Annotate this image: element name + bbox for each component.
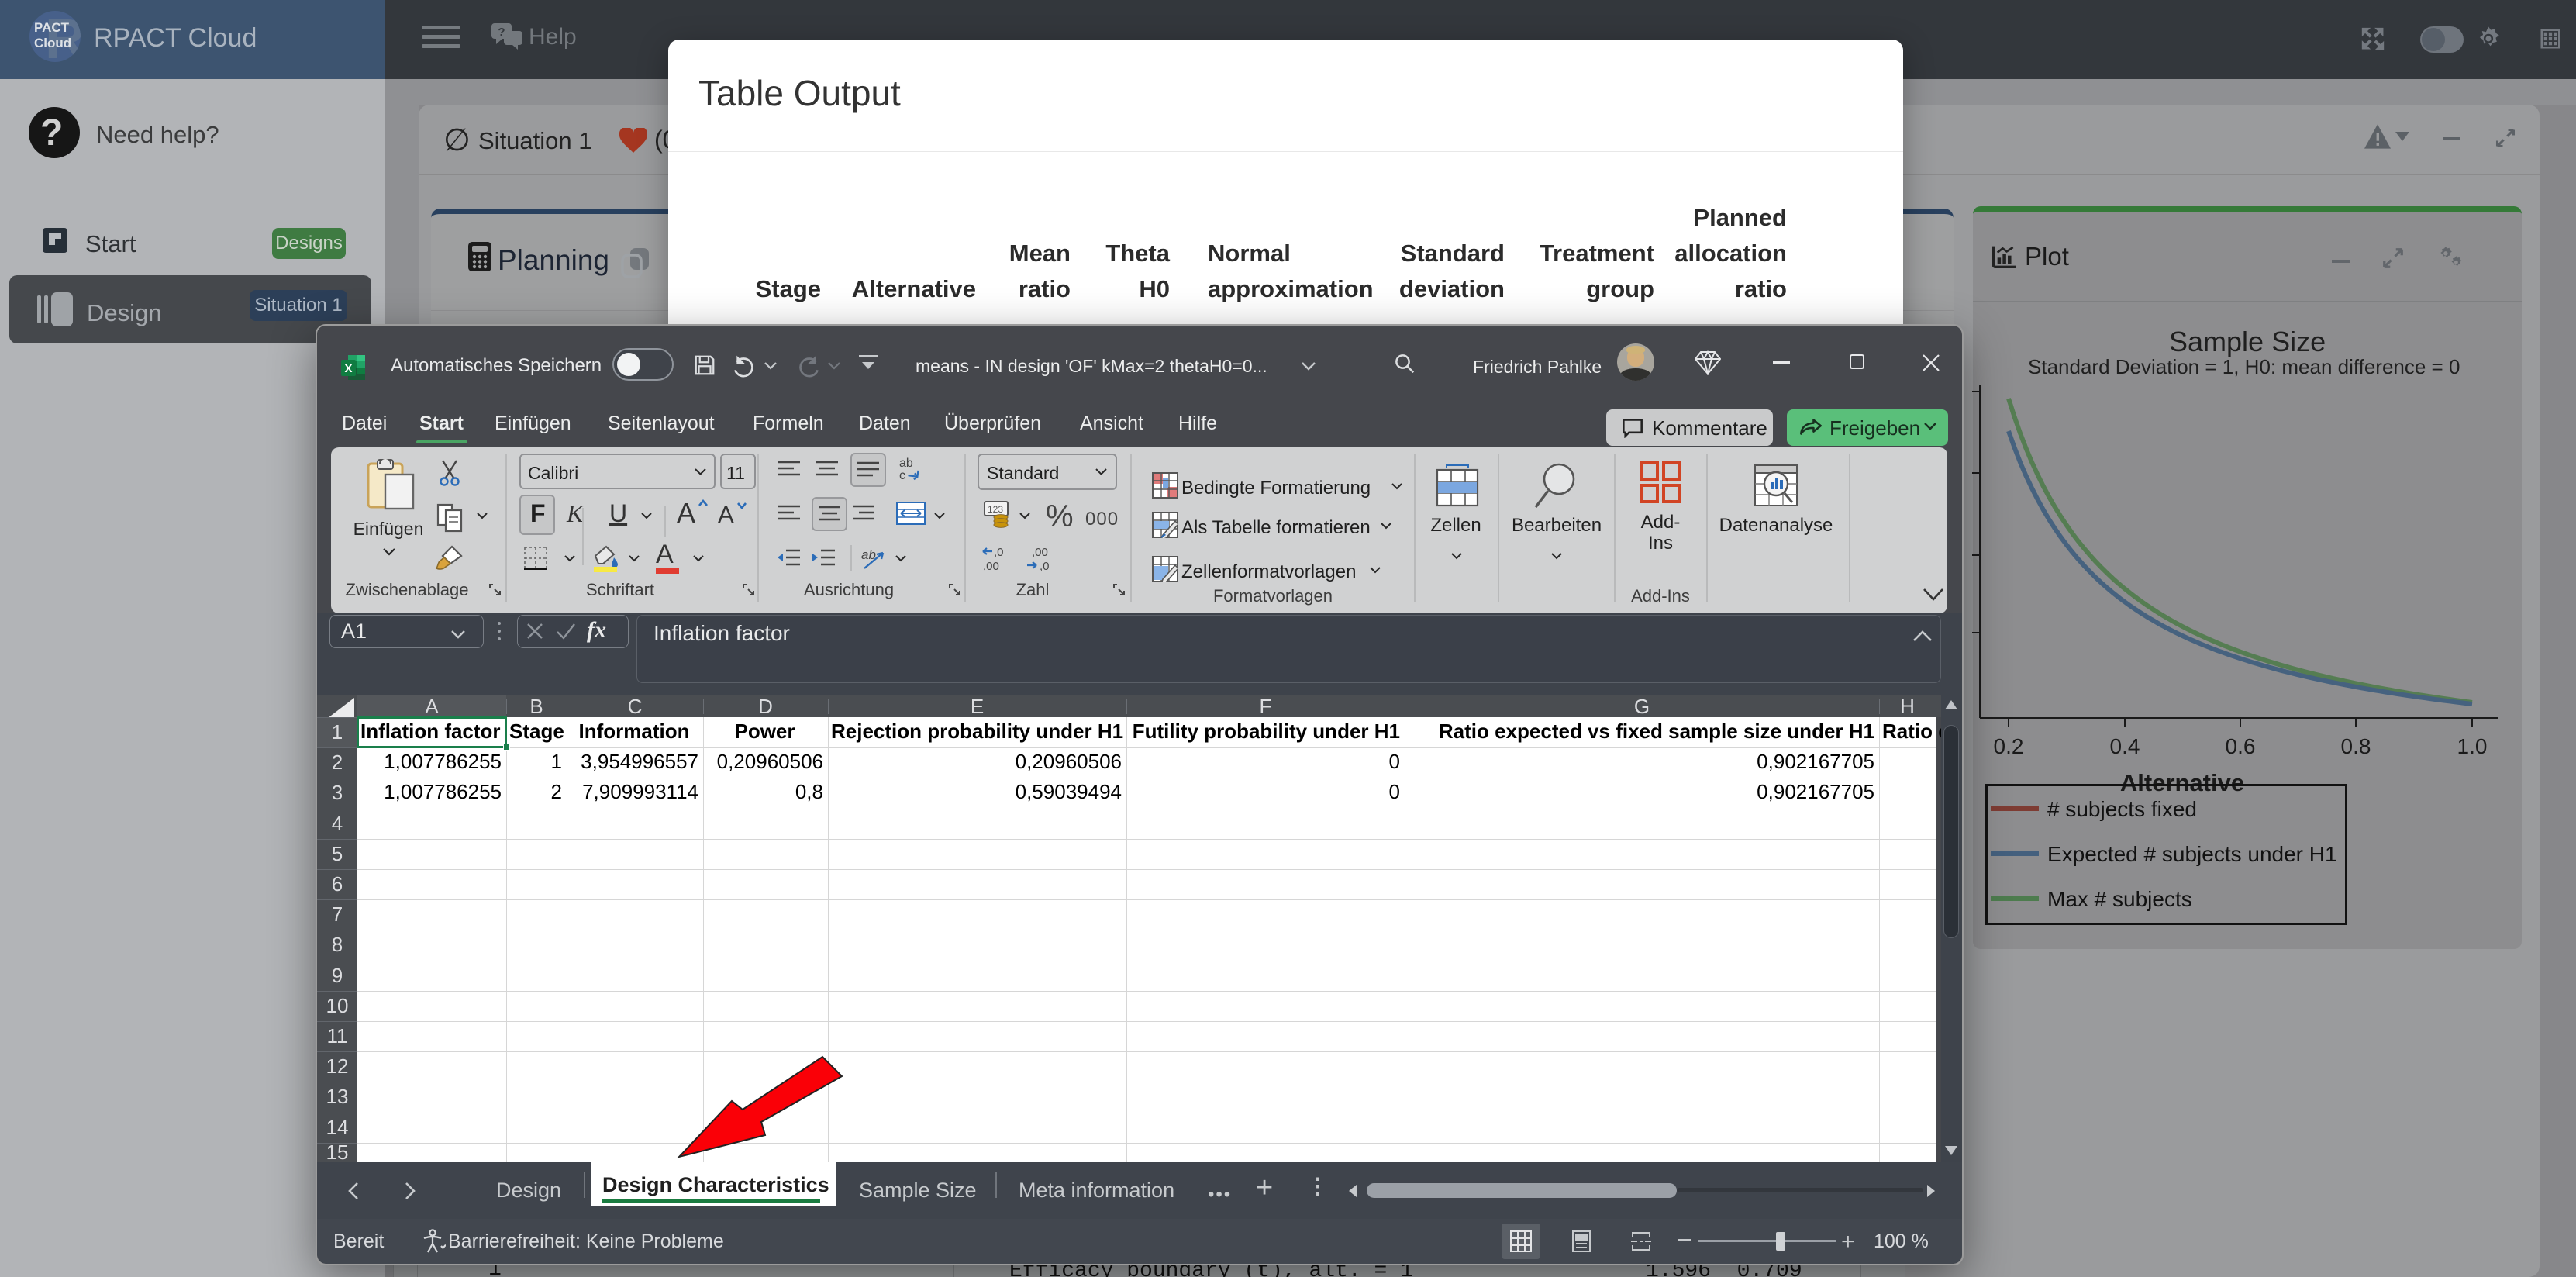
svg-text:0.6: 0.6 bbox=[2226, 734, 2256, 758]
svg-text:0.2: 0.2 bbox=[1994, 734, 2024, 758]
svg-text:1.0: 1.0 bbox=[2457, 734, 2488, 758]
svg-text:,00: ,00 bbox=[983, 560, 999, 573]
svg-text:c: c bbox=[899, 469, 905, 482]
svg-text:,0: ,0 bbox=[994, 546, 1004, 559]
svg-text:0.8: 0.8 bbox=[2341, 734, 2371, 758]
svg-text:123: 123 bbox=[988, 504, 1003, 515]
svg-text:ab: ab bbox=[899, 457, 913, 470]
svg-text:,00: ,00 bbox=[1032, 546, 1048, 559]
svg-text:0.4: 0.4 bbox=[2110, 734, 2140, 758]
svg-text:X: X bbox=[344, 362, 352, 375]
svg-text:,0: ,0 bbox=[1040, 560, 1050, 573]
svg-text:?: ? bbox=[498, 26, 505, 39]
